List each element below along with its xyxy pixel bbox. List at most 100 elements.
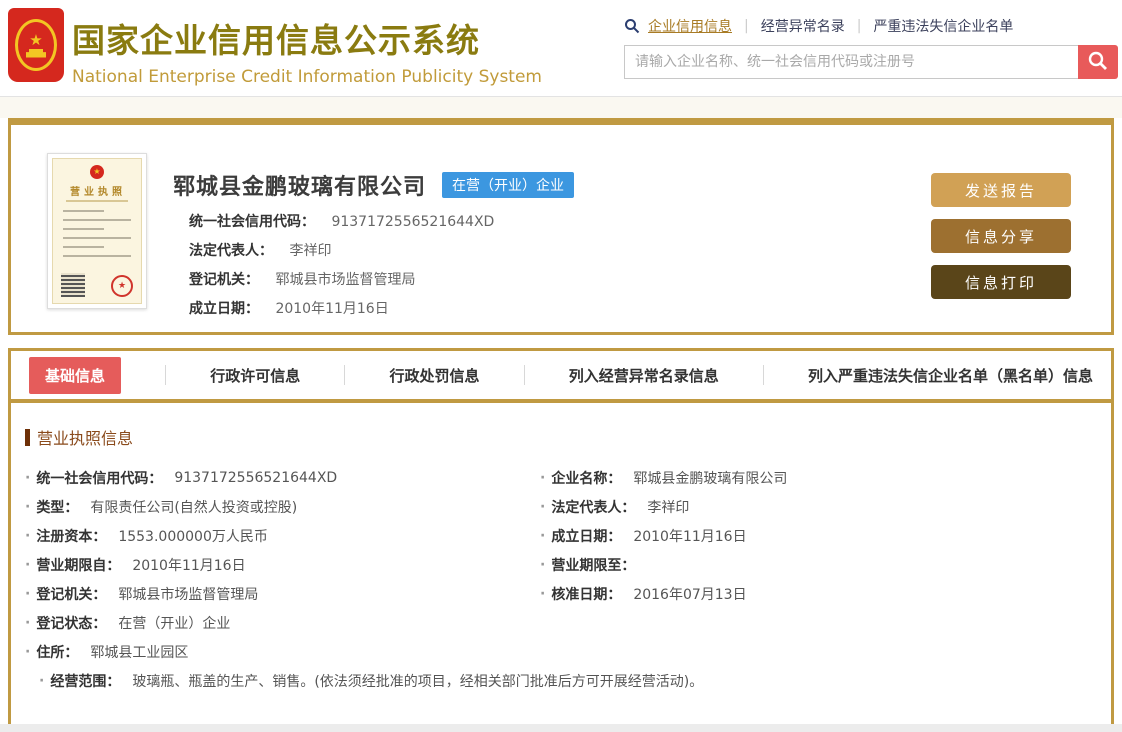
nav-enterprise-credit-info[interactable]: 企业信用信息 (648, 16, 732, 36)
license-qr-code (61, 273, 85, 297)
field-value: 李祥印 (289, 243, 332, 259)
share-info-button[interactable]: 信息分享 (931, 219, 1071, 253)
license-emblem-icon: ★ (90, 165, 104, 179)
company-key-fields: 统一社会信用代码： 9137172556521644XD 法定代表人： 李祥印 … (173, 211, 931, 318)
business-license-thumbnail[interactable]: ★ 营业执照 ★ (47, 153, 147, 309)
tab-basic-info[interactable]: 基础信息 (29, 356, 122, 394)
tab-blacklist-info[interactable]: 列入严重违法失信企业名单（黑名单）信息 (808, 365, 1093, 386)
field-value: 郓城县市场监督管理局 (118, 586, 259, 603)
license-subline (66, 200, 128, 202)
field-row: · 成立日期： 2010年11月16日 (540, 527, 747, 545)
field-row: · 法定代表人： 李祥印 (540, 498, 690, 516)
field-row: 统一社会信用代码： 9137172556521644XD (189, 211, 931, 231)
field-value: 李祥印 (647, 499, 690, 516)
field-label: 企业名称： (551, 470, 622, 487)
field-value: 2010年11月16日 (132, 557, 246, 574)
field-label: 登记状态： (36, 615, 107, 632)
field-row: · 统一社会信用代码： 9137172556521644XD (25, 469, 338, 487)
header-right: 企业信用信息 | 经营异常名录 | 严重违法失信企业名单 (624, 14, 1118, 79)
field-value: 2010年11月16日 (633, 528, 747, 545)
site-title-block: 国家企业信用信息公示系统 National Enterprise Credit … (72, 14, 542, 87)
site-subtitle: National Enterprise Credit Information P… (72, 67, 542, 87)
tab-abnormal-operations-info[interactable]: 列入经营异常名录信息 (569, 365, 719, 386)
detail-box: 基础信息 行政许可信息 行政处罚信息 列入经营异常名录信息 列入严重违法失信企业… (8, 348, 1114, 724)
field-label: 经营范围： (50, 674, 121, 690)
license-info-section: 营业执照信息 · 统一社会信用代码： 9137172556521644XD · 类型：… (11, 403, 1111, 696)
nav-serious-violations-list[interactable]: 严重违法失信企业名单 (873, 16, 1013, 36)
site-header: ★ 国家企业信用信息公示系统 National Enterprise Credi… (0, 0, 1122, 96)
field-label: 统一社会信用代码： (36, 470, 163, 487)
license-title: 营业执照 (70, 187, 126, 198)
tab-admin-penalty-info[interactable]: 行政处罚信息 (389, 365, 479, 386)
field-label: 类型： (36, 499, 79, 516)
field-value: 2016年07月13日 (633, 586, 747, 603)
emblem-gate-icon (26, 48, 46, 58)
national-emblem-logo: ★ (8, 8, 64, 82)
page: ★ 国家企业信用信息公示系统 National Enterprise Credi… (0, 0, 1122, 732)
license-text-lines (62, 210, 132, 264)
company-name: 郓城县金鹏玻璃有限公司 (173, 175, 427, 200)
site-title: 国家企业信用信息公示系统 (72, 21, 480, 60)
field-label: 法定代表人： (189, 243, 273, 259)
business-scope-row: · 经营范围： 玻璃瓶、瓶盖的生产、销售。(依法须经批准的项目，经相关部门批准后… (39, 673, 704, 690)
license-red-seal-icon: ★ (111, 275, 133, 297)
field-label: 成立日期： (189, 301, 259, 317)
send-report-button[interactable]: 发送报告 (931, 173, 1071, 207)
tab-admin-license-info[interactable]: 行政许可信息 (210, 365, 300, 386)
field-label: 法定代表人： (551, 499, 636, 516)
field-label: 核准日期： (551, 586, 622, 603)
nav-separator: | (744, 18, 749, 34)
field-value: 玻璃瓶、瓶盖的生产、销售。(依法须经批准的项目，经相关部门批准后方可开展经营活动… (132, 674, 704, 690)
field-value: 有限责任公司(自然人投资或控股) (90, 499, 298, 516)
field-row: · 注册资本： 1553.000000万人民币 (25, 527, 268, 545)
top-nav: 企业信用信息 | 经营异常名录 | 严重违法失信企业名单 (624, 14, 1118, 38)
field-value: 1553.000000万人民币 (118, 528, 268, 545)
tab-separator (165, 365, 167, 385)
status-badge: 在营（开业）企业 (442, 172, 575, 198)
search-input[interactable] (624, 45, 1078, 79)
emblem-star-icon: ★ (29, 30, 43, 49)
field-value: 郓城县工业园区 (90, 644, 189, 661)
field-row: · 营业期限自： 2010年11月16日 (25, 556, 246, 574)
search-button[interactable] (1078, 45, 1118, 79)
field-value: 2010年11月16日 (275, 301, 389, 317)
card-action-buttons: 发送报告 信息分享 信息打印 (931, 125, 1111, 332)
field-label: 营业期限至： (551, 557, 636, 574)
field-label: 登记机关： (189, 272, 259, 288)
field-label: 成立日期： (551, 528, 622, 545)
field-value: 在营（开业）企业 (118, 615, 231, 632)
company-info-block: 郓城县金鹏玻璃有限公司 在营（开业）企业 统一社会信用代码： 913717255… (173, 125, 931, 332)
detail-column-right: · 企业名称： 郓城县金鹏玻璃有限公司 · 法定代表人： 李祥印 · 成立日期： 2010年… (540, 463, 1097, 666)
field-label: 住所： (36, 644, 79, 661)
section-title: 营业执照信息 (37, 429, 134, 448)
field-label: 注册资本： (36, 528, 107, 545)
field-label: 登记机关： (36, 586, 107, 603)
tab-separator (762, 365, 764, 385)
search-icon (624, 18, 640, 34)
license-image: ★ 营业执照 ★ (52, 158, 142, 304)
field-row: · 核准日期： 2016年07月13日 (540, 585, 747, 603)
detail-column-left: · 统一社会信用代码： 9137172556521644XD · 类型： 有限责任公司(… (25, 463, 540, 666)
field-row: · 营业期限至： (540, 556, 636, 574)
print-info-button[interactable]: 信息打印 (931, 265, 1071, 299)
field-row: 法定代表人： 李祥印 (189, 240, 931, 260)
field-label: 营业期限自： (36, 557, 121, 574)
field-row: · 类型： 有限责任公司(自然人投资或控股) (25, 498, 298, 516)
license-detail-grid: · 统一社会信用代码： 9137172556521644XD · 类型： 有限责任公司(… (25, 463, 1097, 666)
tab-separator (344, 365, 346, 385)
tab-separator (523, 365, 525, 385)
emblem-ring: ★ (15, 19, 57, 71)
field-row: · 企业名称： 郓城县金鹏玻璃有限公司 (540, 469, 788, 487)
field-label: 统一社会信用代码： (189, 214, 315, 230)
search-bar (624, 45, 1118, 79)
company-summary-card: ★ 营业执照 ★ 郓城县金鹏玻璃有限公司 在营（开业）企业 统一社会信用代码： … (8, 118, 1114, 335)
search-icon (1087, 50, 1109, 75)
section-marker (25, 428, 30, 446)
field-value: 郓城县金鹏玻璃有限公司 (633, 470, 788, 487)
nav-abnormal-operations-list[interactable]: 经营异常名录 (761, 16, 845, 36)
field-value: 9137172556521644XD (331, 214, 495, 230)
field-row: 成立日期： 2010年11月16日 (189, 298, 931, 318)
field-row: · 登记机关： 郓城县市场监督管理局 (25, 585, 259, 603)
nav-separator: | (856, 18, 862, 34)
field-row: · 住所： 郓城县工业园区 (25, 643, 189, 661)
